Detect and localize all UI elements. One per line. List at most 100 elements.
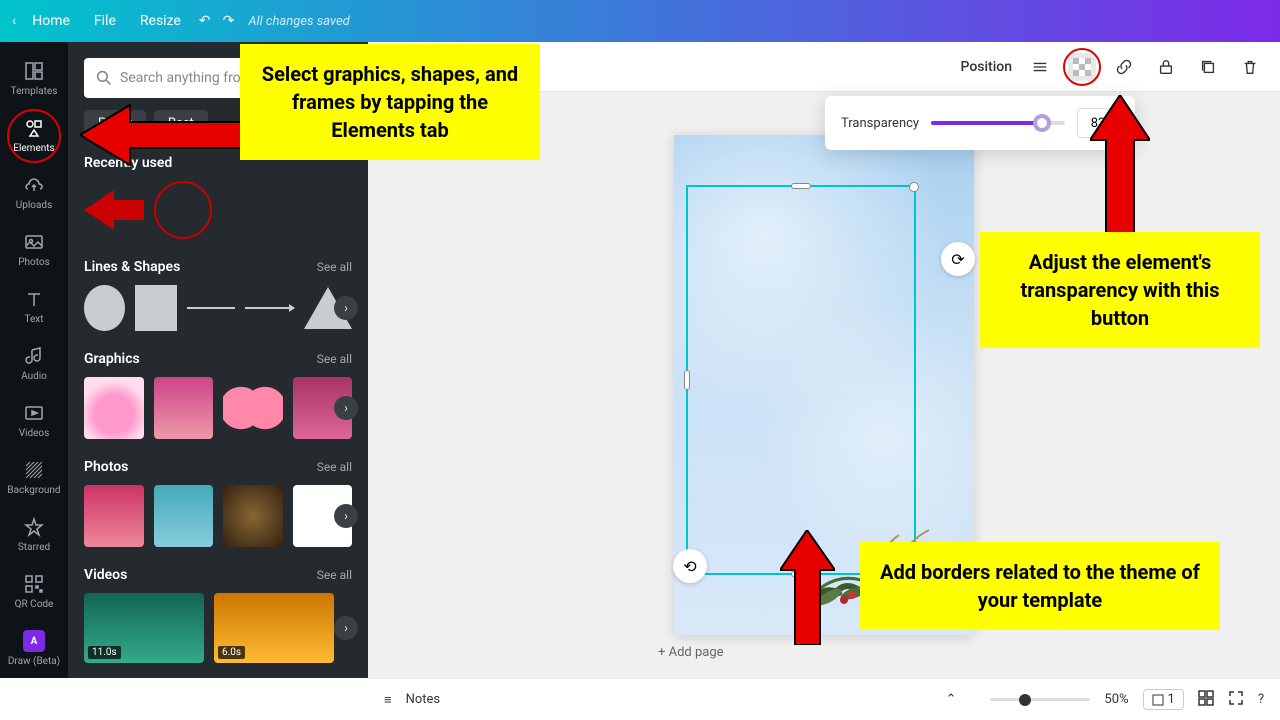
slider-thumb[interactable] bbox=[1033, 114, 1051, 132]
video-duration: 11.0s bbox=[88, 646, 121, 659]
photo-thumb[interactable] bbox=[84, 485, 144, 547]
annotation-callout: Add borders related to the theme of your… bbox=[860, 542, 1220, 630]
qrcode-icon bbox=[23, 573, 45, 595]
carousel-next-icon[interactable]: › bbox=[334, 504, 358, 528]
bottom-bar: ≡ Notes ⌃ 50% 1 ? bbox=[368, 678, 1280, 720]
videos-icon bbox=[23, 402, 45, 424]
background-icon bbox=[23, 459, 45, 481]
resize-button[interactable]: Resize bbox=[128, 7, 193, 35]
layers-icon[interactable] bbox=[1026, 53, 1054, 81]
add-page-button[interactable]: + Add page bbox=[658, 645, 724, 660]
carousel-next-icon[interactable]: › bbox=[334, 396, 358, 420]
graphic-glasses[interactable] bbox=[223, 377, 283, 439]
uploads-label: Uploads bbox=[16, 200, 52, 211]
shape-line[interactable] bbox=[187, 307, 236, 309]
draw-icon: A bbox=[23, 630, 45, 652]
text-icon bbox=[23, 288, 45, 310]
sidebar-item-background[interactable]: Background bbox=[0, 449, 68, 506]
delete-icon[interactable] bbox=[1236, 53, 1264, 81]
notes-icon[interactable]: ≡ bbox=[384, 692, 392, 708]
position-button[interactable]: Position bbox=[960, 59, 1012, 75]
shape-circle[interactable] bbox=[84, 285, 125, 331]
carousel-next-icon[interactable]: › bbox=[334, 296, 358, 320]
recent-circle-graphic[interactable] bbox=[154, 181, 212, 239]
file-button[interactable]: File bbox=[82, 7, 128, 35]
background-label: Background bbox=[7, 485, 60, 496]
annotation-arrow-left bbox=[80, 100, 250, 170]
annotation-callout: Adjust the element's transparency with t… bbox=[980, 232, 1260, 348]
zoom-slider[interactable] bbox=[990, 698, 1090, 701]
templates-icon bbox=[23, 60, 45, 82]
seeall-photos[interactable]: See all bbox=[317, 460, 352, 474]
shape-square[interactable] bbox=[135, 285, 176, 331]
duplicate-icon[interactable] bbox=[1194, 53, 1222, 81]
home-button[interactable]: Home bbox=[20, 7, 82, 35]
search-icon bbox=[96, 70, 112, 86]
fullscreen-icon[interactable] bbox=[1228, 690, 1244, 710]
annotation-callout: Select graphics, shapes, and frames by t… bbox=[240, 44, 540, 160]
annotation-circle bbox=[1063, 48, 1101, 86]
section-photos: Photos bbox=[84, 459, 128, 475]
video-thumb[interactable]: 11.0s bbox=[84, 593, 204, 663]
section-lines-shapes: Lines & Shapes bbox=[84, 259, 180, 275]
recent-arrow-graphic[interactable] bbox=[84, 190, 144, 230]
lock-icon[interactable] bbox=[1152, 53, 1180, 81]
uploads-icon bbox=[23, 174, 45, 196]
annotation-arrow-up bbox=[1090, 95, 1150, 235]
carousel-next-icon[interactable]: › bbox=[334, 616, 358, 640]
photo-thumb[interactable] bbox=[223, 485, 283, 547]
save-status: All changes saved bbox=[248, 14, 349, 29]
resize-handle-top[interactable] bbox=[791, 183, 811, 189]
transparency-label: Transparency bbox=[841, 116, 919, 131]
sidebar-item-photos[interactable]: Photos bbox=[0, 221, 68, 278]
page-number: 1 bbox=[1168, 692, 1175, 707]
qrcode-label: QR Code bbox=[15, 599, 54, 610]
seeall-graphics[interactable]: See all bbox=[317, 352, 352, 366]
sidebar-item-templates[interactable]: Templates bbox=[0, 50, 68, 107]
link-icon[interactable] bbox=[1110, 53, 1138, 81]
page-drawer-handle[interactable]: ⌃ bbox=[945, 692, 956, 707]
starred-label: Starred bbox=[18, 542, 50, 553]
help-icon[interactable]: ? bbox=[1258, 692, 1264, 707]
sidebar-item-elements[interactable]: Elements bbox=[0, 107, 68, 164]
notes-button[interactable]: Notes bbox=[406, 692, 441, 707]
videos-label: Videos bbox=[19, 428, 50, 439]
resize-handle-corner[interactable] bbox=[909, 182, 919, 192]
transparency-button[interactable] bbox=[1068, 53, 1096, 81]
sidebar-item-uploads[interactable]: Uploads bbox=[0, 164, 68, 221]
seeall-videos[interactable]: See all bbox=[317, 568, 352, 582]
templates-label: Templates bbox=[11, 86, 58, 97]
left-icon-rail: Templates Elements Uploads Photos Text A… bbox=[0, 42, 68, 678]
resize-handle-left[interactable] bbox=[684, 370, 690, 390]
draw-label: Draw (Beta) bbox=[8, 656, 60, 667]
redo-icon[interactable]: ↷ bbox=[223, 13, 235, 29]
sync-button[interactable]: ⟲ bbox=[673, 549, 707, 583]
star-icon bbox=[23, 516, 45, 538]
transparency-slider[interactable] bbox=[931, 121, 1065, 125]
sidebar-item-videos[interactable]: Videos bbox=[0, 392, 68, 449]
text-label: Text bbox=[24, 314, 43, 325]
sidebar-item-audio[interactable]: Audio bbox=[0, 335, 68, 392]
grid-view-icon[interactable] bbox=[1198, 690, 1214, 710]
sidebar-item-qrcode[interactable]: QR Code bbox=[0, 563, 68, 620]
undo-icon[interactable]: ↶ bbox=[199, 13, 211, 29]
annotation-circle bbox=[7, 109, 61, 163]
back-chevron-icon[interactable]: ‹ bbox=[12, 13, 16, 29]
page-indicator[interactable]: 1 bbox=[1143, 689, 1184, 710]
rotate-button[interactable]: ⟳ bbox=[941, 242, 975, 276]
graphic-candle[interactable] bbox=[84, 377, 144, 439]
section-videos: Videos bbox=[84, 567, 127, 583]
video-thumb[interactable]: 6.0s bbox=[214, 593, 334, 663]
seeall-shapes[interactable]: See all bbox=[317, 260, 352, 274]
zoom-level[interactable]: 50% bbox=[1104, 692, 1128, 707]
sidebar-item-text[interactable]: Text bbox=[0, 278, 68, 335]
sidebar-item-starred[interactable]: Starred bbox=[0, 506, 68, 563]
photo-thumb[interactable] bbox=[154, 485, 214, 547]
photos-icon bbox=[23, 231, 45, 253]
top-menu-bar: ‹ Home File Resize ↶ ↷ All changes saved bbox=[0, 0, 1280, 42]
photos-label: Photos bbox=[18, 257, 50, 268]
graphic-woman[interactable] bbox=[154, 377, 214, 439]
shape-arrow[interactable] bbox=[245, 307, 294, 309]
slider-thumb[interactable] bbox=[1019, 694, 1031, 706]
sidebar-item-draw[interactable]: A Draw (Beta) bbox=[0, 620, 68, 677]
